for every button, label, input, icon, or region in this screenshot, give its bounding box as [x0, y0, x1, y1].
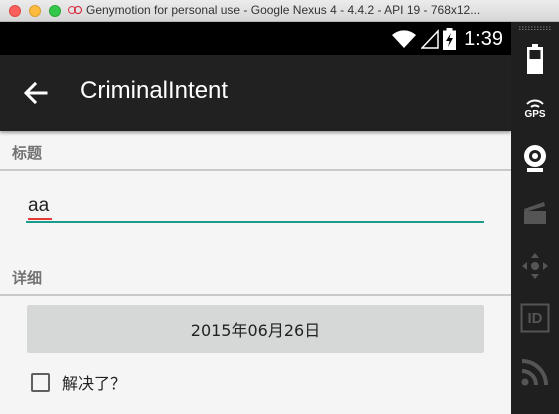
battery-icon — [527, 44, 543, 74]
crime-date-button[interactable]: 2015年06月26日 — [27, 305, 484, 353]
id-tool-button[interactable]: ID — [511, 298, 559, 338]
crime-title-input[interactable] — [26, 191, 484, 223]
dpad-tool-button[interactable] — [511, 246, 559, 286]
minimize-window-button[interactable] — [29, 5, 41, 17]
window-title: Genymotion for personal use - Google Nex… — [86, 3, 481, 17]
spellcheck-underline — [28, 218, 52, 220]
back-button[interactable] — [22, 79, 50, 107]
webcam-tool-button[interactable] — [511, 140, 559, 176]
app-title: CriminalIntent — [80, 77, 229, 104]
maximize-window-button[interactable] — [49, 5, 61, 17]
genymotion-toolbar: GPS ID — [511, 22, 559, 414]
crime-form: 标题 详细 2015年06月26日 解决了？ — [0, 131, 511, 414]
resize-grip-icon — [519, 26, 551, 30]
title-section-header: 标题 — [0, 131, 511, 171]
wifi-icon — [392, 30, 417, 48]
clapper-icon — [524, 202, 546, 224]
status-bar: 1:39 — [0, 22, 511, 55]
capture-tool-button[interactable] — [511, 194, 559, 230]
close-window-button[interactable] — [9, 5, 21, 17]
device-screen: 1:39 CriminalIntent 标题 详细 2015年06月26日 解决… — [0, 22, 511, 414]
rss-icon — [521, 359, 548, 386]
title-section-label: 标题 — [12, 144, 43, 162]
status-time: 1:39 — [464, 27, 503, 50]
window-titlebar: Genymotion for personal use - Google Nex… — [0, 0, 559, 22]
details-section-header: 详细 — [0, 256, 511, 296]
details-section-label: 详细 — [12, 269, 43, 287]
battery-charging-icon — [443, 28, 457, 50]
rss-tool-button[interactable] — [511, 352, 559, 392]
window-title-group: Genymotion for personal use - Google Nex… — [68, 3, 480, 17]
dpad-icon — [522, 253, 548, 279]
arrow-left-icon — [23, 81, 48, 105]
gps-icon — [526, 99, 544, 108]
gps-label: GPS — [524, 108, 546, 120]
action-bar: CriminalIntent — [0, 55, 511, 131]
solved-checkbox-row[interactable]: 解决了？ — [31, 369, 126, 395]
gps-tool-button[interactable]: GPS — [511, 90, 559, 126]
solved-checkbox[interactable] — [31, 372, 50, 392]
solved-checkbox-label: 解决了？ — [62, 374, 127, 393]
status-icons: 1:39 — [391, 25, 503, 53]
battery-tool-button[interactable] — [511, 38, 559, 80]
cell-signal-icon — [421, 29, 439, 49]
id-label: ID — [527, 309, 543, 327]
genymotion-logo-icon — [68, 5, 82, 15]
webcam-icon — [524, 145, 546, 172]
